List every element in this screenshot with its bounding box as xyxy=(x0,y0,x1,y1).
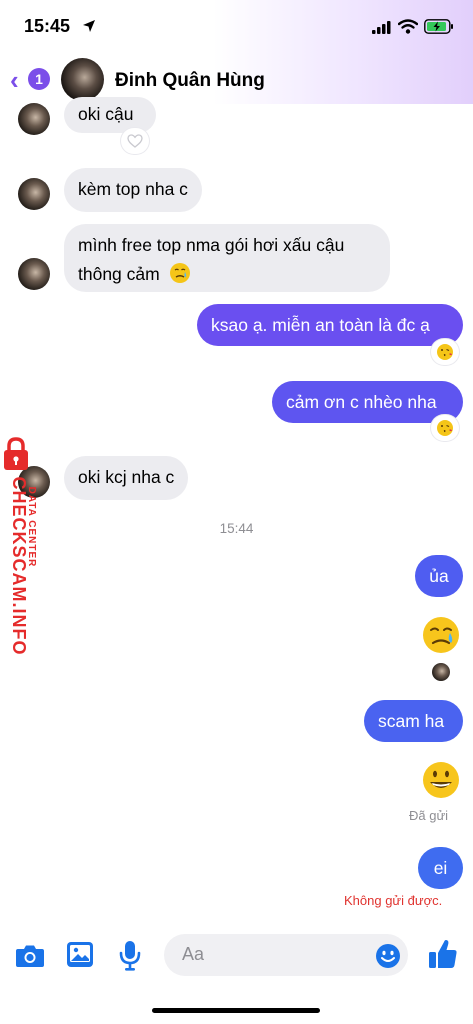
outgoing-message[interactable]: ei xyxy=(418,847,463,889)
watermark-text: CHECKSCAM.INFO xyxy=(9,476,29,656)
heart-reaction-icon[interactable] xyxy=(121,128,149,154)
outgoing-message[interactable]: scam ha xyxy=(364,700,463,742)
wifi-icon xyxy=(398,19,418,34)
sender-avatar[interactable] xyxy=(18,103,50,135)
location-arrow-icon xyxy=(83,20,95,32)
incoming-message[interactable]: kèm top nha c xyxy=(64,168,202,212)
delivery-status: Đã gửi xyxy=(409,808,449,823)
crying-smile-emoji-icon xyxy=(169,263,190,283)
message-text: ủa xyxy=(429,566,449,586)
kiss-reaction-icon[interactable] xyxy=(431,339,459,365)
outgoing-message[interactable]: ủa xyxy=(415,555,463,597)
message-input-placeholder: Aa xyxy=(182,944,205,964)
message-text-line: mình free top nma gói hơi xấu cậu xyxy=(78,235,345,255)
incoming-message[interactable]: oki cậu xyxy=(64,97,156,133)
thumbs-up-icon[interactable] xyxy=(428,938,458,970)
back-button[interactable]: ‹ 1 xyxy=(10,67,54,93)
message-text: scam ha xyxy=(378,711,445,731)
message-timestamp: 15:44 xyxy=(219,521,254,536)
battery-icon xyxy=(424,19,453,34)
sender-avatar[interactable] xyxy=(18,258,50,290)
message-text: ksao ạ. miễn an toàn là đc ạ xyxy=(211,315,430,335)
message-text: thông cảm xyxy=(78,264,160,284)
message-text-line: thông cảm xyxy=(78,260,376,289)
home-indicator[interactable] xyxy=(152,1008,320,1013)
incoming-message[interactable]: mình free top nma gói hơi xấu cậu thông … xyxy=(64,224,390,292)
microphone-icon[interactable] xyxy=(119,940,141,971)
contact-avatar[interactable] xyxy=(61,58,104,101)
kiss-reaction-icon[interactable] xyxy=(431,415,459,441)
message-text: oki kcj nha c xyxy=(78,467,175,487)
crying-smile-emoji-message-icon[interactable] xyxy=(421,615,461,655)
message-text: cảm ơn c nhèo nha xyxy=(286,392,437,412)
signal-icon xyxy=(372,21,391,34)
unread-badge: 1 xyxy=(28,68,50,90)
incoming-message[interactable]: oki kcj nha c xyxy=(64,456,189,500)
contact-name[interactable]: Đinh Quân Hùng xyxy=(115,70,265,92)
outgoing-message[interactable]: ksao ạ. miễn an toàn là đc ạ xyxy=(197,304,463,346)
outgoing-message[interactable]: cảm ơn c nhèo nha xyxy=(272,381,463,423)
message-text: oki cậu xyxy=(78,104,134,124)
image-icon[interactable] xyxy=(66,941,94,968)
sender-avatar[interactable] xyxy=(18,178,50,210)
grinning-emoji-message-icon[interactable] xyxy=(421,760,461,800)
message-text: kèm top nha c xyxy=(78,179,188,199)
camera-icon[interactable] xyxy=(15,943,45,968)
send-failed-status[interactable]: Không gửi được. xyxy=(344,893,442,908)
back-chevron-icon: ‹ xyxy=(10,65,19,95)
seen-avatar xyxy=(432,663,450,681)
status-time: 15:45 xyxy=(24,16,71,36)
emoji-icon[interactable] xyxy=(375,943,401,969)
message-text: ei xyxy=(433,858,448,878)
